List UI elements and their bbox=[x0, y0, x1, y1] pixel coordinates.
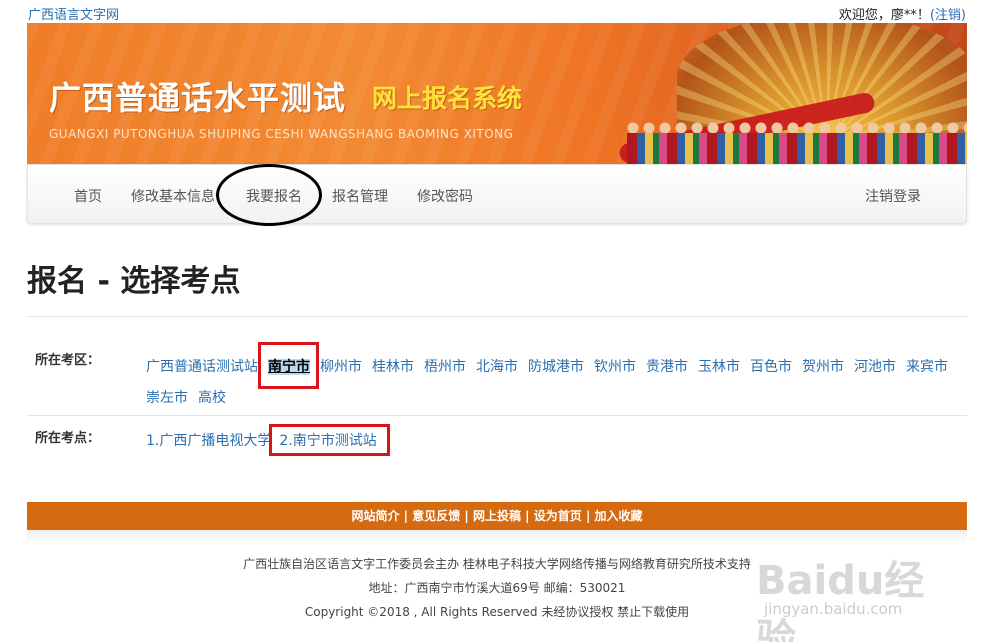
district-option[interactable]: 防城港市 bbox=[528, 359, 584, 375]
site-label: 所在考点： bbox=[35, 431, 101, 446]
district-option[interactable]: 钦州市 bbox=[594, 359, 636, 375]
page-title: 报名 - 选择考点 bbox=[27, 264, 241, 299]
site-home-link[interactable]: 广西语言文字网 bbox=[28, 4, 119, 23]
district-option[interactable]: 梧州市 bbox=[424, 359, 466, 375]
district-option[interactable]: 河池市 bbox=[854, 359, 896, 375]
nav-change-password[interactable]: 修改密码 bbox=[417, 186, 473, 206]
district-option[interactable]: 柳州市 bbox=[320, 359, 362, 375]
district-label: 所在考区： bbox=[35, 353, 101, 368]
main-nav: 首页 修改基本信息 我要报名 报名管理 修改密码 注销登录 bbox=[27, 164, 967, 224]
banner-pinyin: GUANGXI PUTONGHUA SHUIPING CESHI WANGSHA… bbox=[49, 127, 514, 141]
footer-link-about[interactable]: 网站简介 bbox=[351, 509, 399, 523]
nav-edit-info[interactable]: 修改基本信息 bbox=[131, 186, 215, 206]
nav-logout[interactable]: 注销登录 bbox=[865, 186, 921, 206]
footer-separator: | bbox=[399, 509, 413, 523]
watermark-logo-text: Baidu经验 bbox=[756, 558, 925, 642]
divider bbox=[27, 316, 967, 317]
district-option[interactable]: 桂林市 bbox=[372, 359, 414, 375]
logout-link[interactable]: (注销) bbox=[930, 8, 966, 23]
district-option[interactable]: 北海市 bbox=[476, 359, 518, 375]
district-option[interactable]: 广西普通话测试站 bbox=[146, 359, 258, 375]
banner-crowd-image bbox=[627, 133, 967, 164]
annotation-box-district bbox=[258, 342, 319, 389]
divider bbox=[27, 415, 967, 416]
footer-link-feedback[interactable]: 意见反馈 bbox=[412, 509, 460, 523]
watermark-url: jingyan.baidu.com bbox=[764, 600, 903, 618]
footer-shadow bbox=[27, 530, 967, 544]
annotation-circle bbox=[216, 164, 322, 226]
welcome-area: 欢迎您，廖**！(注销) bbox=[839, 4, 966, 23]
footer-separator: | bbox=[581, 509, 595, 523]
nav-home[interactable]: 首页 bbox=[74, 186, 102, 206]
footer-link-bookmark[interactable]: 加入收藏 bbox=[595, 509, 643, 523]
nav-registration-manage[interactable]: 报名管理 bbox=[332, 186, 388, 206]
district-option[interactable]: 贺州市 bbox=[802, 359, 844, 375]
footer-separator: | bbox=[460, 509, 473, 523]
district-option[interactable]: 来宾市 bbox=[906, 359, 948, 375]
district-option[interactable]: 百色市 bbox=[750, 359, 792, 375]
footer-links-bar: 网站简介 | 意见反馈 | 网上投稿 | 设为首页 | 加入收藏 bbox=[27, 502, 967, 530]
footer-link-submit[interactable]: 网上投稿 bbox=[473, 509, 521, 523]
footer-separator: | bbox=[521, 509, 534, 523]
annotation-box-site bbox=[269, 424, 390, 456]
district-option[interactable]: 高校 bbox=[198, 390, 226, 406]
welcome-text: 欢迎您，廖**！ bbox=[838, 8, 930, 23]
header-banner: 广西普通话水平测试 网上报名系统 GUANGXI PUTONGHUA SHUIP… bbox=[27, 23, 967, 164]
district-option[interactable]: 崇左市 bbox=[146, 390, 188, 406]
baidu-watermark: Baidu经验 jingyan.baidu.com bbox=[752, 548, 932, 642]
banner-title: 广西普通话水平测试 bbox=[49, 79, 347, 117]
top-bar: 广西语言文字网 欢迎您，廖**！(注销) bbox=[0, 0, 984, 24]
district-option[interactable]: 玉林市 bbox=[698, 359, 740, 375]
footer-link-set-home[interactable]: 设为首页 bbox=[534, 509, 582, 523]
banner-subtitle: 网上报名系统 bbox=[372, 84, 523, 113]
site-option[interactable]: 1.广西广播电视大学 bbox=[146, 433, 271, 449]
district-option[interactable]: 贵港市 bbox=[646, 359, 688, 375]
